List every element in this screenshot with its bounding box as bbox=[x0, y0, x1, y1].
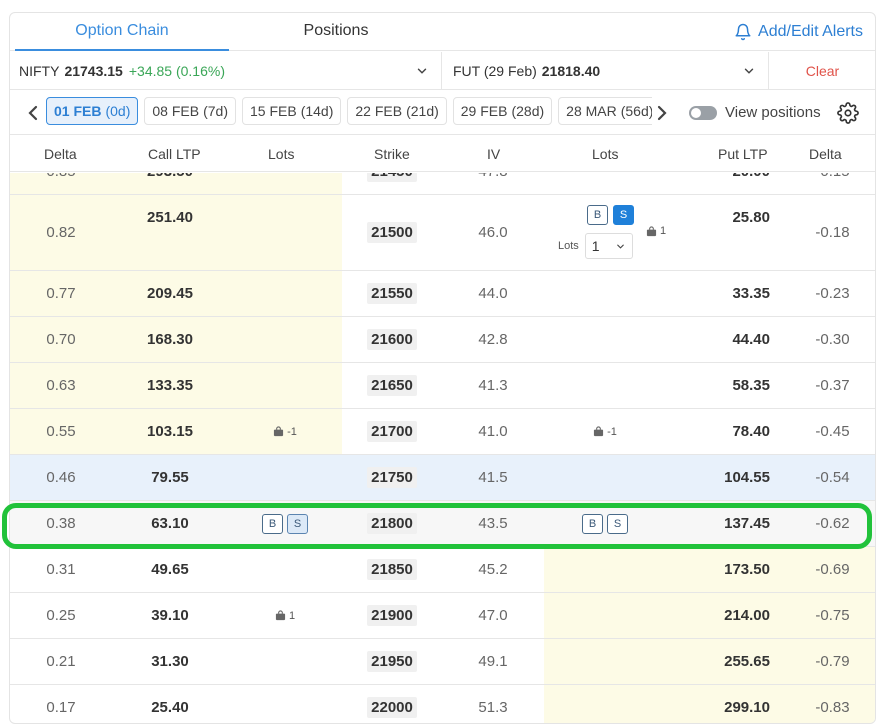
bag-icon bbox=[274, 426, 284, 437]
table-row[interactable]: 0.63 133.35 21650 41.3 58.35 -0.37 bbox=[10, 363, 875, 409]
col-put-delta: Delta bbox=[809, 146, 842, 162]
put-buy-button[interactable]: B bbox=[582, 513, 603, 534]
view-positions-toggle[interactable] bbox=[689, 106, 717, 120]
table-row-highlighted[interactable]: 0.38 63.10 B S 21800 43.5 B S 137.45 -0.… bbox=[10, 501, 875, 547]
col-put-ltp: Put LTP bbox=[718, 146, 768, 162]
call-position: 1 bbox=[275, 610, 295, 622]
col-put-lots: Lots bbox=[592, 146, 619, 162]
view-positions-label: View positions bbox=[725, 104, 821, 121]
underlying-name: NIFTY bbox=[19, 62, 60, 79]
expiry-chip[interactable]: 28 MAR (56d) bbox=[558, 97, 652, 125]
expiry-chip[interactable]: 22 FEB (21d) bbox=[347, 97, 447, 125]
table-row-atm[interactable]: 0.46 79.55 21750 41.5 104.55 -0.54 bbox=[10, 455, 875, 501]
sell-button[interactable]: S bbox=[613, 205, 634, 225]
col-iv: IV bbox=[487, 146, 501, 162]
lots-label: Lots bbox=[558, 240, 579, 252]
instrument-row: NIFTY 21743.15 +34.85 (0.16%) FUT (29 Fe… bbox=[10, 52, 875, 90]
col-call-lots: Lots bbox=[268, 146, 295, 162]
expiry-chip[interactable]: 01 FEB (0d) bbox=[46, 97, 139, 125]
option-chain-panel: Option Chain Positions Add/Edit Alerts N… bbox=[9, 12, 876, 724]
bell-icon bbox=[735, 23, 751, 41]
add-edit-alerts-button[interactable]: Add/Edit Alerts bbox=[734, 13, 863, 51]
call-buy-button[interactable]: B bbox=[262, 513, 283, 534]
buy-button[interactable]: B bbox=[587, 205, 608, 225]
bag-icon bbox=[594, 426, 604, 437]
chevron-right-icon[interactable] bbox=[655, 104, 669, 122]
table-header: Delta Call LTP Lots Strike IV Lots Put L… bbox=[10, 136, 875, 172]
col-call-delta: Delta bbox=[44, 146, 77, 162]
tab-option-chain[interactable]: Option Chain bbox=[15, 13, 229, 51]
gear-icon[interactable] bbox=[837, 102, 859, 124]
table-row[interactable]: 0.31 49.65 21850 45.2 173.50 -0.69 bbox=[10, 547, 875, 593]
col-strike: Strike bbox=[374, 146, 410, 162]
bag-icon bbox=[646, 225, 657, 236]
clear-button[interactable]: Clear bbox=[770, 52, 875, 89]
future-selector[interactable]: FUT (29 Feb) 21818.40 bbox=[443, 52, 769, 89]
chevron-down-icon bbox=[616, 244, 624, 249]
put-sell-button[interactable]: S bbox=[607, 513, 628, 534]
call-sell-button[interactable]: S bbox=[287, 513, 308, 534]
lots-selector: Lots 1 bbox=[558, 233, 633, 259]
future-label: FUT (29 Feb) bbox=[453, 62, 537, 79]
expiry-chips: 01 FEB (0d) 08 FEB (7d) 15 FEB (14d) 22 FEB (21… bbox=[46, 97, 652, 127]
underlying-change: +34.85 (0.16%) bbox=[128, 62, 225, 79]
call-position: -1 bbox=[273, 426, 297, 438]
chevron-down-icon bbox=[744, 68, 754, 74]
future-price: 21818.40 bbox=[541, 62, 601, 79]
table-row[interactable]: 0.21 31.30 21950 49.1 255.65 -0.79 bbox=[10, 639, 875, 685]
tab-bar: Option Chain Positions Add/Edit Alerts bbox=[10, 13, 875, 51]
underlying-price: 21743.15 bbox=[64, 62, 123, 79]
expiry-chip[interactable]: 08 FEB (7d) bbox=[144, 97, 236, 125]
table-row[interactable]: 0.25 39.10 1 21900 47.0 214.00 -0.75 bbox=[10, 593, 875, 639]
lots-dropdown[interactable]: 1 bbox=[584, 233, 633, 259]
chain-table: 0.85 293.50 21450 47.8 20.00 -0.15 0.82 … bbox=[10, 173, 875, 723]
table-row[interactable]: 0.70 168.30 21600 42.8 44.40 -0.30 bbox=[10, 317, 875, 363]
underlying-selector[interactable]: NIFTY 21743.15 +34.85 (0.16%) bbox=[10, 52, 442, 89]
put-position: 1 bbox=[646, 225, 666, 237]
chevron-left-icon[interactable] bbox=[26, 104, 40, 122]
bag-icon bbox=[275, 610, 286, 621]
table-row[interactable]: 0.55 103.15 -1 21700 41.0 -1 78.40 -0.45 bbox=[10, 409, 875, 455]
expiry-row: 01 FEB (0d) 08 FEB (7d) 15 FEB (14d) 22 FEB (21… bbox=[10, 91, 875, 135]
alerts-label: Add/Edit Alerts bbox=[758, 23, 863, 40]
expiry-chip[interactable]: 29 FEB (28d) bbox=[452, 97, 553, 125]
put-position: -1 bbox=[593, 426, 617, 438]
table-row[interactable]: 0.82 251.40 21500 46.0 B S Lots 1 1 25.8… bbox=[10, 195, 875, 271]
expiry-chip[interactable]: 15 FEB (14d) bbox=[241, 97, 342, 125]
chevron-down-icon bbox=[417, 68, 427, 74]
tab-positions[interactable]: Positions bbox=[229, 13, 443, 51]
col-call-ltp: Call LTP bbox=[148, 146, 201, 162]
table-row[interactable]: 0.85 293.50 21450 47.8 20.00 -0.15 bbox=[10, 173, 875, 195]
table-row[interactable]: 0.77 209.45 21550 44.0 33.35 -0.23 bbox=[10, 271, 875, 317]
table-row[interactable]: 0.17 25.40 22000 51.3 299.10 -0.83 bbox=[10, 685, 875, 723]
